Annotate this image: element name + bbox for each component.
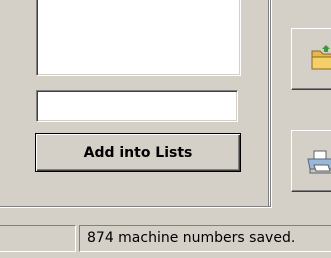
lists-listbox[interactable] — [36, 0, 241, 76]
add-into-lists-button[interactable]: Add into Lists — [35, 133, 241, 172]
open-folder-button[interactable] — [291, 28, 331, 90]
panel-divider — [268, 0, 270, 206]
status-pane-left — [0, 225, 76, 252]
application-window: Add into Lists 874 machine numbers saved… — [0, 0, 331, 258]
print-button[interactable] — [291, 130, 331, 192]
folder-icon — [311, 45, 331, 70]
status-bar: 874 machine numbers saved. — [0, 220, 331, 258]
printer-icon — [307, 150, 331, 174]
status-message: 874 machine numbers saved. — [79, 225, 331, 252]
list-entry-input[interactable] — [36, 90, 238, 122]
